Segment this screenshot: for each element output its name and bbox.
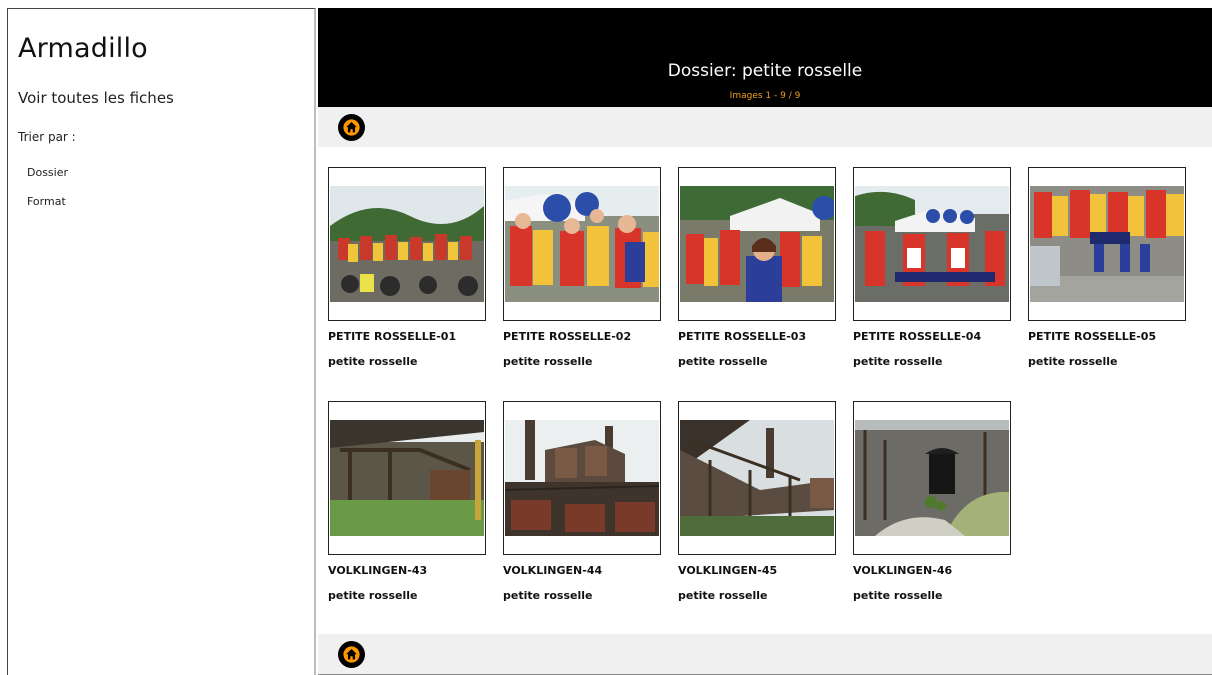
thumbnail-image[interactable] xyxy=(505,186,659,302)
thumbnail-frame[interactable] xyxy=(328,401,486,555)
image-card[interactable]: PETITE ROSSELLE-04 petite rosselle xyxy=(853,167,1011,368)
image-card[interactable]: PETITE ROSSELLE-03 petite rosselle xyxy=(678,167,836,368)
thumbnail-frame[interactable] xyxy=(503,167,661,321)
image-folder: petite rosselle xyxy=(853,355,943,368)
image-card[interactable]: PETITE ROSSELLE-05 petite rosselle xyxy=(1028,167,1186,368)
thumbnail-image[interactable] xyxy=(855,186,1009,302)
main-content: Dossier: petite rosselle Images 1 - 9 / … xyxy=(318,8,1212,675)
home-icon xyxy=(343,646,360,663)
image-card[interactable]: VOLKLINGEN-46 petite rosselle xyxy=(853,401,1011,602)
sort-by-folder-link[interactable]: Dossier xyxy=(27,166,68,179)
image-folder: petite rosselle xyxy=(678,589,768,602)
app-title: Armadillo xyxy=(18,33,148,64)
image-grid: PETITE ROSSELLE-01 petite rosselle PETIT… xyxy=(318,8,1212,675)
sort-label: Trier par : xyxy=(18,130,76,144)
thumbnail-frame[interactable] xyxy=(1028,167,1186,321)
image-card[interactable]: PETITE ROSSELLE-01 petite rosselle xyxy=(328,167,486,368)
all-records-link[interactable]: Voir toutes les fiches xyxy=(18,89,174,107)
thumbnail-frame[interactable] xyxy=(503,401,661,555)
thumbnail-frame[interactable] xyxy=(328,167,486,321)
thumbnail-image[interactable] xyxy=(680,186,834,302)
image-title[interactable]: VOLKLINGEN-46 xyxy=(853,564,952,577)
image-title[interactable]: VOLKLINGEN-43 xyxy=(328,564,427,577)
window-frame xyxy=(0,0,1212,8)
image-title[interactable]: PETITE ROSSELLE-04 xyxy=(853,330,981,343)
image-title[interactable]: PETITE ROSSELLE-03 xyxy=(678,330,806,343)
thumbnail-image[interactable] xyxy=(855,420,1009,536)
home-button-bottom[interactable] xyxy=(338,641,365,668)
image-folder: petite rosselle xyxy=(328,355,418,368)
image-card[interactable]: PETITE ROSSELLE-02 petite rosselle xyxy=(503,167,661,368)
image-folder: petite rosselle xyxy=(328,589,418,602)
thumbnail-image[interactable] xyxy=(505,420,659,536)
thumbnail-frame[interactable] xyxy=(853,167,1011,321)
thumbnail-image[interactable] xyxy=(330,420,484,536)
image-card[interactable]: VOLKLINGEN-43 petite rosselle xyxy=(328,401,486,602)
image-folder: petite rosselle xyxy=(678,355,768,368)
image-folder: petite rosselle xyxy=(1028,355,1118,368)
image-title[interactable]: VOLKLINGEN-44 xyxy=(503,564,602,577)
sidebar: Armadillo Voir toutes les fiches Trier p… xyxy=(7,8,316,675)
image-card[interactable]: VOLKLINGEN-44 petite rosselle xyxy=(503,401,661,602)
image-folder: petite rosselle xyxy=(853,589,943,602)
thumbnail-image[interactable] xyxy=(680,420,834,536)
image-card[interactable]: VOLKLINGEN-45 petite rosselle xyxy=(678,401,836,602)
thumbnail-frame[interactable] xyxy=(853,401,1011,555)
image-folder: petite rosselle xyxy=(503,355,593,368)
image-title[interactable]: PETITE ROSSELLE-01 xyxy=(328,330,456,343)
bottom-toolbar xyxy=(318,634,1212,675)
thumbnail-image[interactable] xyxy=(330,186,484,302)
sort-by-format-link[interactable]: Format xyxy=(27,195,66,208)
thumbnail-frame[interactable] xyxy=(678,401,836,555)
thumbnail-image[interactable] xyxy=(1030,186,1184,302)
thumbnail-frame[interactable] xyxy=(678,167,836,321)
image-title[interactable]: PETITE ROSSELLE-05 xyxy=(1028,330,1156,343)
image-title[interactable]: VOLKLINGEN-45 xyxy=(678,564,777,577)
image-folder: petite rosselle xyxy=(503,589,593,602)
image-title[interactable]: PETITE ROSSELLE-02 xyxy=(503,330,631,343)
